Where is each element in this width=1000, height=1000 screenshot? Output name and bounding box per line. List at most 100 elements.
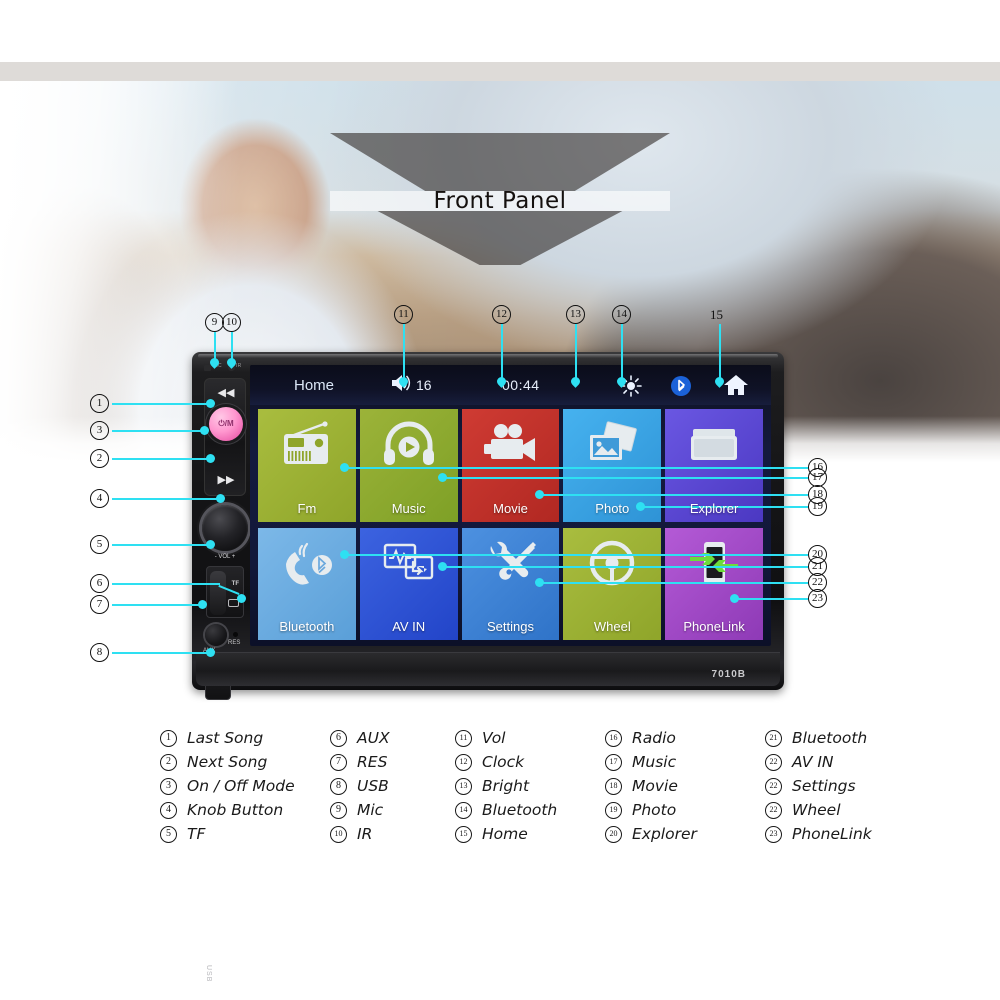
leader-dot-3 — [200, 426, 209, 435]
legend-number: 1 — [160, 729, 177, 747]
legend-number: 21 — [765, 729, 782, 747]
legend-number: 22 — [765, 753, 782, 771]
bluetooth-icon[interactable] — [670, 375, 692, 402]
tile-label: PhoneLink — [683, 619, 745, 634]
callout-11: 11 — [394, 305, 413, 324]
legend-label: AUX — [357, 729, 390, 747]
legend-column-2: 6 AUX 7 RES 8 USB 9 Mic 10 IR — [330, 728, 455, 844]
leader-20 — [346, 554, 808, 556]
callout-10: 10 — [222, 313, 241, 332]
status-bar: Home 16 00:44 — [250, 365, 771, 405]
legend-item: 10 IR — [330, 824, 455, 844]
tile-movie[interactable]: Movie — [461, 409, 560, 522]
aux-jack[interactable] — [205, 624, 227, 646]
tile-wheel[interactable]: Wheel — [563, 527, 662, 640]
callout-2: 2 — [90, 449, 109, 468]
legend-item: 20 Explorer — [605, 824, 765, 844]
legend-item: 7 RES — [330, 752, 455, 772]
tile-music[interactable]: Music — [359, 409, 458, 522]
legend-item: 18 Movie — [605, 776, 765, 796]
legend: 1 Last Song 2 Next Song 3 On / Off Mode … — [160, 728, 990, 844]
house-icon[interactable] — [723, 373, 749, 402]
tile-phonelink[interactable]: PhoneLink — [665, 527, 763, 640]
callout-6: 6 — [90, 574, 109, 593]
next-track-icon[interactable]: ▶▶ — [205, 475, 247, 486]
unit-top-highlight — [198, 354, 778, 358]
tile-explorer[interactable]: Explorer — [665, 409, 763, 522]
legend-label: Vol — [482, 729, 506, 747]
leader-dot-2 — [206, 454, 215, 463]
unit-bottom-lip — [196, 652, 780, 686]
statusbar-volume[interactable]: 16 — [390, 373, 432, 398]
legend-label: Bright — [482, 777, 530, 795]
tile-photo[interactable]: Photo — [563, 409, 662, 522]
power-mode-button[interactable]: ⏻/M — [209, 407, 243, 441]
legend-number: 2 — [160, 753, 177, 771]
callout-13: 13 — [566, 305, 585, 324]
camcorder-icon — [462, 415, 560, 473]
leader-8 — [112, 652, 210, 654]
leader-15 — [719, 324, 721, 380]
volume-value: 16 — [416, 377, 432, 393]
lcd-screen[interactable]: Home 16 00:44 Fm Music Movie Photo Explo… — [250, 365, 771, 646]
leader-18 — [541, 494, 808, 496]
leader-2 — [112, 458, 210, 460]
legend-item: 2 Next Song — [160, 752, 330, 772]
legend-item: 9 Mic — [330, 800, 455, 820]
legend-label: On / Off Mode — [187, 777, 295, 795]
legend-number: 12 — [455, 753, 472, 771]
leader-11 — [403, 324, 405, 380]
legend-label: Music — [632, 753, 677, 771]
tile-row-1: Fm Music Movie Photo Explorer — [258, 409, 763, 522]
legend-number: 16 — [605, 729, 622, 747]
legend-item: 12 Clock — [455, 752, 605, 772]
legend-item: 5 TF — [160, 824, 330, 844]
ir-label: IR — [236, 363, 242, 369]
banner-chevron-top — [330, 133, 670, 191]
leader-dot-7 — [198, 600, 207, 609]
legend-number: 15 — [455, 825, 472, 843]
leader-3 — [112, 430, 204, 432]
legend-number: 23 — [765, 825, 782, 843]
legend-label: Knob Button — [187, 801, 284, 819]
callout-1: 1 — [90, 394, 109, 413]
legend-label: AV IN — [792, 753, 834, 771]
legend-item: 3 On / Off Mode — [160, 776, 330, 796]
prev-track-icon[interactable]: ◀◀ — [205, 388, 247, 399]
tf-label: TF — [231, 581, 239, 587]
legend-number: 18 — [605, 777, 622, 795]
tile-label: Bluetooth — [279, 619, 335, 634]
leader-5 — [112, 544, 210, 546]
legend-item: 21 Bluetooth — [765, 728, 945, 748]
banner-chevron-bottom — [377, 211, 623, 265]
legend-item: 13 Bright — [455, 776, 605, 796]
legend-number: 22 — [765, 801, 782, 819]
legend-label: PhoneLink — [792, 825, 872, 843]
legend-label: Next Song — [187, 753, 268, 771]
leader-4 — [112, 498, 220, 500]
tile-bluetooth[interactable]: Bluetooth — [258, 527, 356, 640]
leader-23 — [736, 598, 808, 600]
callout-19: 19 — [808, 497, 827, 516]
legend-number: 5 — [160, 825, 177, 843]
tile-settings[interactable]: Settings — [461, 527, 560, 640]
leader-6 — [112, 583, 220, 585]
volume-knob-label: - VOL + — [214, 554, 236, 560]
legend-item: 4 Knob Button — [160, 800, 330, 820]
legend-label: Wheel — [792, 801, 841, 819]
tile-label: Music — [391, 500, 426, 516]
reset-pinhole[interactable] — [233, 632, 238, 637]
callout-15: 15 — [710, 307, 723, 322]
legend-number: 17 — [605, 753, 622, 771]
tile-label: AV IN — [392, 619, 426, 634]
legend-number: 20 — [605, 825, 622, 843]
legend-column-4: 16 Radio 17 Music 18 Movie 19 Photo 20 E… — [605, 728, 765, 844]
callout-3: 3 — [90, 421, 109, 440]
front-panel-banner: Front Panel — [330, 133, 670, 265]
leader-dot-4 — [216, 494, 225, 503]
transport-button-strip[interactable]: ◀◀ ⏻/M ▶▶ — [204, 378, 246, 496]
legend-label: Photo — [632, 801, 677, 819]
legend-column-1: 1 Last Song 2 Next Song 3 On / Off Mode … — [160, 728, 330, 844]
tile-av-in[interactable]: AV IN — [359, 527, 458, 640]
tf-slot-lip — [210, 571, 226, 615]
